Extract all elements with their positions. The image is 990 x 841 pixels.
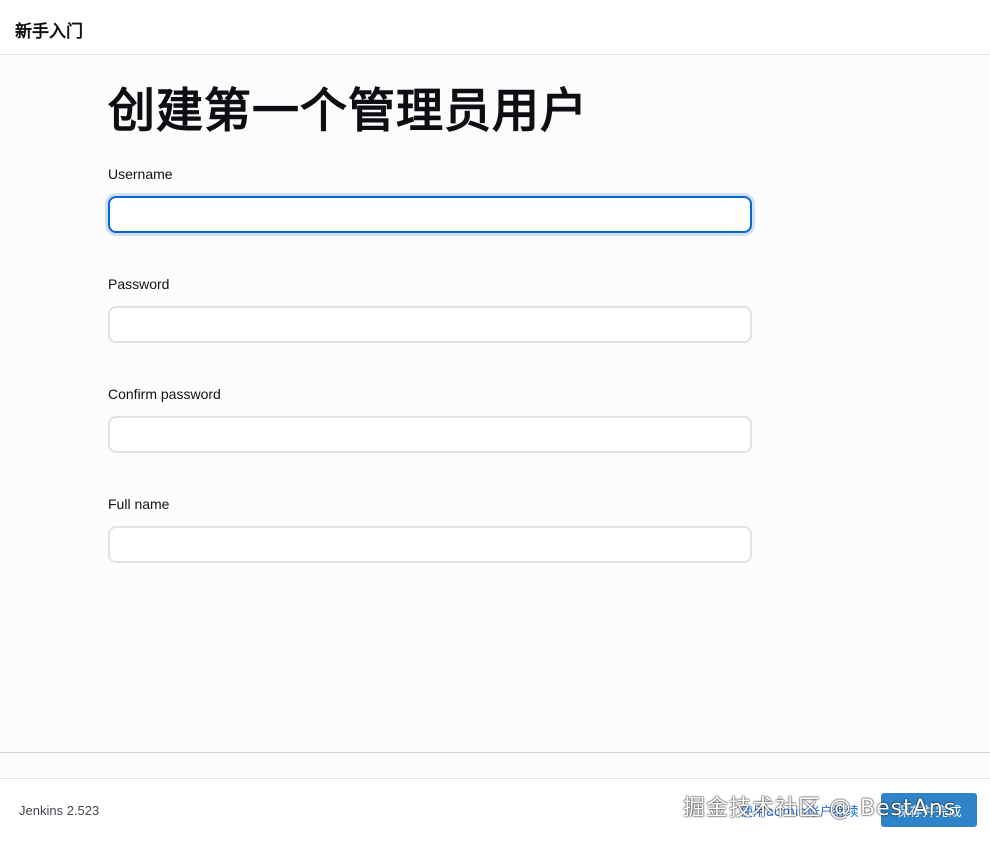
page-title: 创建第一个管理员用户 — [108, 84, 588, 139]
footer-divider — [0, 752, 990, 753]
password-field-group: Password — [108, 274, 752, 343]
wizard-title: 新手入门 — [15, 22, 83, 42]
wizard-footer: Jenkins 2.523 使用admin账户继续 保存并完成 — [0, 778, 990, 841]
full-name-label: Full name — [108, 496, 170, 512]
confirm-password-input[interactable] — [108, 416, 752, 453]
setup-wizard-header: 新手入门 — [0, 0, 990, 55]
save-and-finish-button[interactable]: 保存并完成 — [881, 793, 977, 827]
password-input[interactable] — [108, 306, 752, 343]
full-name-field-group: Full name — [108, 494, 752, 563]
password-label: Password — [108, 276, 170, 292]
username-field-group: Username — [108, 164, 752, 233]
create-admin-form: 创建第一个管理员用户 Username Password Confirm pas… — [108, 80, 752, 604]
full-name-input[interactable] — [108, 526, 752, 563]
confirm-password-field-group: Confirm password — [108, 384, 752, 453]
jenkins-version: Jenkins 2.523 — [19, 803, 100, 818]
username-input[interactable] — [108, 196, 752, 233]
confirm-password-label: Confirm password — [108, 386, 221, 402]
username-label: Username — [108, 166, 173, 182]
continue-as-admin-link[interactable]: 使用admin账户继续 — [740, 801, 859, 820]
